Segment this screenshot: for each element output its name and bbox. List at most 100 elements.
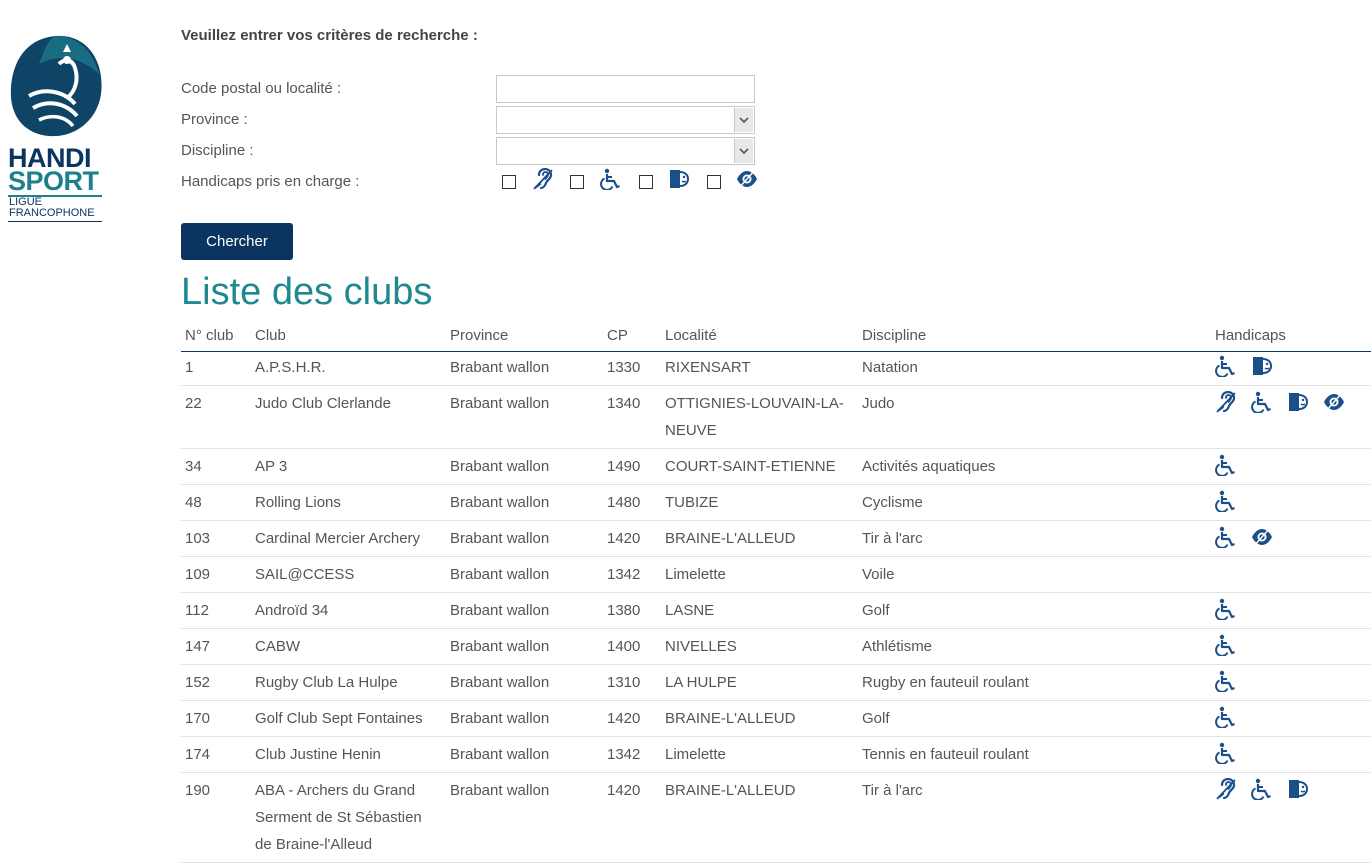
cp-cell: 1342 [603, 556, 661, 593]
localite-cell: Limelette [661, 556, 858, 593]
table-row: 22 Judo Club Clerlande Brabant wallon 1340 O… [181, 385, 1371, 449]
province-cell: Brabant wallon [446, 385, 603, 449]
province-select[interactable] [496, 106, 755, 134]
table-row: 170 Golf Club Sept Fontaines Brabant wallo… [181, 700, 1371, 737]
wheelchair-checkbox[interactable] [570, 175, 584, 189]
logo-divider-bottom [8, 221, 102, 222]
hearing-checkbox[interactable] [502, 175, 516, 189]
mental-checkbox[interactable] [639, 175, 653, 189]
chevron-down-icon[interactable] [734, 139, 753, 163]
club-name-cell: Androïd 34 [251, 592, 446, 629]
club-name-cell: A.P.S.H.R. [251, 351, 446, 386]
discipline-cell: Voile [858, 556, 1211, 593]
hearing-icon [1216, 777, 1236, 800]
handicaps-cell [1211, 628, 1371, 665]
province-cell: Brabant wallon [446, 628, 603, 665]
wheelchair-icon [1215, 490, 1235, 513]
club-name-cell: Rolling Lions [251, 484, 446, 521]
club-name-cell: Rugby Club La Hulpe [251, 664, 446, 701]
localite-cell: BRAINE-L'ALLEUD [661, 700, 858, 737]
discipline-cell: Golf [858, 592, 1211, 629]
header-club: Club [251, 320, 446, 352]
wheelchair-icon [1215, 355, 1235, 378]
province-cell: Brabant wallon [446, 484, 603, 521]
cp-cell: 1310 [603, 664, 661, 701]
club-name-cell: CABW [251, 628, 446, 665]
wheelchair-icon [600, 168, 620, 190]
club-num-cell: 103 [181, 520, 251, 557]
logo-text-francophone: FRANCOPHONE [9, 207, 95, 219]
handicaps-cell [1211, 700, 1371, 737]
localite-cell: TUBIZE [661, 484, 858, 521]
postal-label: Code postal ou localité : [181, 80, 342, 97]
club-num-cell: 170 [181, 700, 251, 737]
search-button[interactable]: Chercher [181, 223, 293, 260]
cp-cell: 1330 [603, 351, 661, 386]
discipline-cell: Natation [858, 351, 1211, 386]
table-row: 112 Androïd 34 Brabant wallon 1380 LASNE Golf [181, 592, 1371, 629]
localite-cell: OTTIGNIES-LOUVAIN-LA-NEUVE [661, 385, 858, 449]
province-label: Province : [181, 111, 248, 128]
visual-icon [737, 169, 757, 189]
cp-cell: 1420 [603, 700, 661, 737]
handicaps-cell [1211, 664, 1371, 701]
discipline-select[interactable] [496, 137, 755, 165]
table-row: 1 A.P.S.H.R. Brabant wallon 1330 RIXENSART Na… [181, 351, 1371, 386]
table-header-row: N° club Club Province CP Localité Discip… [181, 320, 1371, 352]
handicaps-label: Handicaps pris en charge : [181, 173, 360, 190]
discipline-cell: Cyclisme [858, 484, 1211, 521]
mental-icon [1253, 356, 1273, 375]
discipline-cell: Tir à l'arc [858, 772, 1211, 863]
cp-cell: 1420 [603, 772, 661, 863]
header-cp: CP [603, 320, 661, 352]
localite-cell: LASNE [661, 592, 858, 629]
handicaps-cell [1211, 448, 1371, 485]
mental-icon [1289, 392, 1309, 411]
logo-badge-icon [10, 35, 102, 137]
club-name-cell: Club Justine Henin [251, 736, 446, 773]
chevron-down-icon[interactable] [734, 108, 753, 132]
discipline-cell: Tir à l'arc [858, 520, 1211, 557]
cp-cell: 1340 [603, 385, 661, 449]
discipline-cell: Judo [858, 385, 1211, 449]
club-name-cell: SAIL@CCESS [251, 556, 446, 593]
localite-cell: RIXENSART [661, 351, 858, 386]
localite-cell: COURT-SAINT-ETIENNE [661, 448, 858, 485]
visual-icon [1324, 392, 1344, 411]
discipline-cell: Golf [858, 700, 1211, 737]
table-row: 174 Club Justine Henin Brabant wallon 1342 L… [181, 736, 1371, 773]
table-row: 109 SAIL@CCESS Brabant wallon 1342 Limelette… [181, 556, 1371, 593]
clubs-table: N° club Club Province CP Localité Discip… [181, 320, 1371, 863]
wheelchair-icon [1251, 391, 1271, 414]
mental-icon [670, 170, 690, 188]
cp-cell: 1490 [603, 448, 661, 485]
club-num-cell: 22 [181, 385, 251, 449]
hearing-icon [533, 168, 553, 190]
table-row: 48 Rolling Lions Brabant wallon 1480 TUBIZE C… [181, 484, 1371, 521]
localite-cell: BRAINE-L'ALLEUD [661, 520, 858, 557]
province-cell: Brabant wallon [446, 772, 603, 863]
wheelchair-icon [1215, 634, 1235, 657]
cp-cell: 1420 [603, 520, 661, 557]
club-name-cell: Cardinal Mercier Archery [251, 520, 446, 557]
visual-icon [1252, 527, 1272, 546]
postal-input[interactable] [496, 75, 755, 103]
province-cell: Brabant wallon [446, 520, 603, 557]
province-cell: Brabant wallon [446, 736, 603, 773]
wheelchair-icon [1215, 598, 1235, 621]
discipline-label: Discipline : [181, 142, 254, 159]
discipline-cell: Athlétisme [858, 628, 1211, 665]
wheelchair-icon [1215, 454, 1235, 477]
club-num-cell: 190 [181, 772, 251, 863]
province-cell: Brabant wallon [446, 700, 603, 737]
visual-checkbox[interactable] [707, 175, 721, 189]
handicaps-cell [1211, 520, 1371, 557]
cp-cell: 1400 [603, 628, 661, 665]
province-cell: Brabant wallon [446, 556, 603, 593]
header-discipline: Discipline [858, 320, 1211, 352]
club-name-cell: ABA - Archers du Grand Serment de St Séb… [251, 772, 446, 863]
header-handicaps: Handicaps [1211, 320, 1371, 352]
discipline-cell: Activités aquatiques [858, 448, 1211, 485]
club-name-cell: Judo Club Clerlande [251, 385, 446, 449]
club-name-cell: Golf Club Sept Fontaines [251, 700, 446, 737]
